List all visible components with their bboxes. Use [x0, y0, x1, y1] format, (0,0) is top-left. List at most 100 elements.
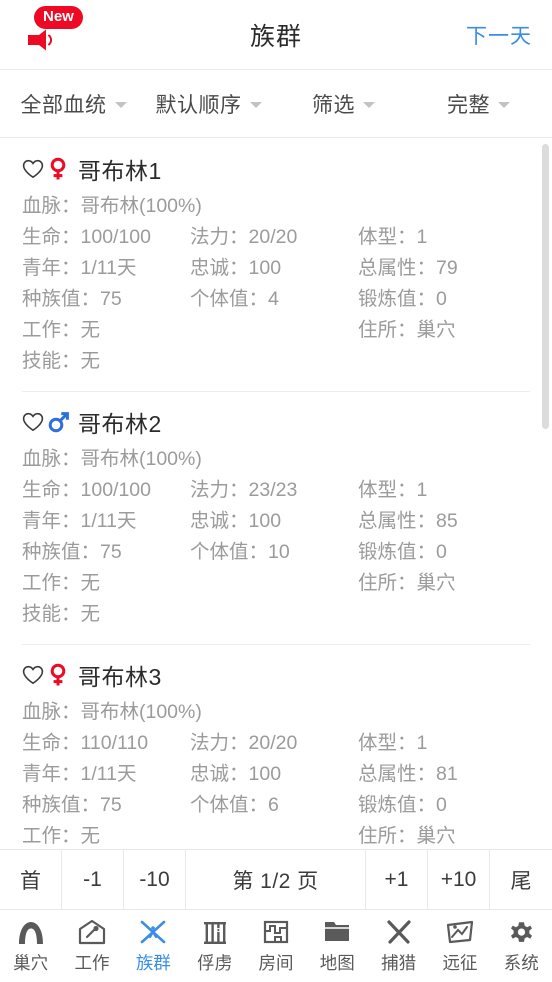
filter-detail-level[interactable]: 完整 — [411, 89, 546, 119]
cave-icon — [16, 917, 46, 947]
tab-room[interactable]: 房间 — [245, 917, 306, 975]
tab-hunt[interactable]: 捕猎 — [368, 917, 429, 975]
unit-name: 哥布林3 — [78, 664, 162, 690]
unit-card-header: 哥布林1 — [22, 154, 530, 184]
filter-screen[interactable]: 筛选 — [276, 89, 411, 119]
unit-name: 哥布林1 — [78, 158, 162, 184]
heart-outline-icon[interactable] — [22, 159, 44, 179]
page-indicator: 第 1/2 页 — [186, 850, 366, 909]
unit-skill: 技能：无 — [22, 350, 101, 372]
page-plus-one-button[interactable]: +1 — [366, 850, 428, 909]
unit-loyalty: 忠诚：100 — [190, 763, 282, 785]
heart-outline-icon[interactable] — [22, 412, 44, 432]
unit-training-value: 锻炼值：0 — [358, 288, 447, 310]
next-day-button[interactable]: 下一天 — [466, 20, 532, 50]
unit-work-spacer — [190, 821, 358, 849]
unit-work-spacer — [190, 568, 358, 599]
unit-mp: 法力：23/23 — [190, 479, 298, 501]
unit-housing: 住所：巢穴 — [358, 572, 456, 594]
unit-bloodline: 血脉：哥布林(100%) — [22, 701, 202, 723]
unit-list[interactable]: 哥布林1 血脉：哥布林(100%) 生命：100/100 法力：20/20 体型… — [0, 138, 552, 849]
filter-bloodline-label: 全部血统 — [20, 93, 107, 117]
new-badge: New — [34, 6, 83, 29]
tab-tribe[interactable]: 族群 — [123, 917, 184, 975]
female-icon — [50, 157, 66, 180]
unit-stat-grid: 生命：110/110 法力：20/20 体型：1 青年：1/11天 忠诚：100… — [22, 728, 530, 849]
tab-prison[interactable]: 俘虏 — [184, 917, 245, 975]
male-icon — [48, 412, 69, 433]
unit-race-value: 种族值：75 — [22, 288, 122, 310]
tab-work-label: 工作 — [74, 953, 110, 973]
unit-training-value: 锻炼值：0 — [358, 541, 447, 563]
chevron-down-icon — [498, 102, 510, 108]
unit-card[interactable]: 哥布林2 血脉：哥布林(100%) 生命：100/100 法力：23/23 体型… — [0, 391, 552, 644]
unit-total: 总属性：79 — [358, 257, 458, 279]
tab-system[interactable]: 系统 — [491, 917, 552, 975]
app-header: New 族群 下一天 — [0, 0, 552, 70]
tribe-icon — [138, 917, 168, 947]
filter-detail-level-label: 完整 — [447, 93, 490, 117]
tab-room-label: 房间 — [258, 953, 294, 973]
unit-stat-grid: 生命：100/100 法力：23/23 体型：1 青年：1/11天 忠诚：100… — [22, 475, 530, 599]
tab-hunt-label: 捕猎 — [381, 953, 417, 973]
unit-housing: 住所：巢穴 — [358, 825, 456, 847]
expedition-icon — [445, 917, 475, 947]
tab-cave-label: 巢穴 — [13, 953, 49, 973]
heart-outline-icon[interactable] — [22, 665, 44, 685]
unit-race-value: 种族值：75 — [22, 541, 122, 563]
tab-expedition[interactable]: 远征 — [429, 917, 490, 975]
unit-age: 青年：1/11天 — [22, 257, 137, 279]
unit-total: 总属性：81 — [358, 763, 458, 785]
unit-housing: 住所：巢穴 — [358, 319, 456, 341]
app-root: New 族群 下一天 全部血统 默认顺序 筛选 完整 哥布林1 血脉：哥布林(1… — [0, 0, 552, 982]
scrollbar-thumb[interactable] — [542, 144, 549, 429]
female-icon — [50, 663, 66, 686]
pagination-bar: 首 -1 -10 第 1/2 页 +1 +10 尾 — [0, 849, 552, 910]
page-last-button[interactable]: 尾 — [490, 850, 552, 909]
unit-card[interactable]: 哥布林1 血脉：哥布林(100%) 生命：100/100 法力：20/20 体型… — [0, 138, 552, 391]
announcement-button[interactable]: New — [22, 4, 84, 58]
unit-individual-value: 个体值：6 — [190, 794, 279, 816]
page-minus-one-button[interactable]: -1 — [62, 850, 124, 909]
tab-cave[interactable]: 巢穴 — [0, 917, 61, 975]
unit-bloodline: 血脉：哥布林(100%) — [22, 195, 202, 217]
unit-hp: 生命：100/100 — [22, 226, 151, 248]
unit-total: 总属性：85 — [358, 510, 458, 532]
filter-bloodline[interactable]: 全部血统 — [6, 89, 141, 119]
unit-individual-value: 个体值：10 — [190, 541, 290, 563]
filter-screen-label: 筛选 — [312, 93, 355, 117]
unit-age: 青年：1/11天 — [22, 763, 137, 785]
unit-body: 体型：1 — [358, 226, 428, 248]
unit-loyalty: 忠诚：100 — [190, 257, 282, 279]
workshop-icon — [77, 917, 107, 947]
chevron-down-icon — [363, 102, 375, 108]
unit-mp: 法力：20/20 — [190, 732, 298, 754]
tab-tribe-label: 族群 — [135, 953, 171, 973]
map-icon — [322, 917, 352, 947]
unit-individual-value: 个体值：4 — [190, 288, 279, 310]
chevron-down-icon — [249, 102, 262, 108]
tab-work[interactable]: 工作 — [61, 917, 122, 975]
filter-bar: 全部血统 默认顺序 筛选 完整 — [0, 70, 552, 138]
unit-work: 工作：无 — [22, 572, 101, 594]
filter-sort-label: 默认顺序 — [155, 93, 242, 117]
page-plus-ten-button[interactable]: +10 — [428, 850, 490, 909]
unit-hp: 生命：100/100 — [22, 479, 151, 501]
unit-stat-grid: 生命：100/100 法力：20/20 体型：1 青年：1/11天 忠诚：100… — [22, 222, 530, 346]
chevron-down-icon — [114, 102, 127, 108]
unit-work-spacer — [190, 315, 358, 346]
unit-body: 体型：1 — [358, 732, 428, 754]
unit-loyalty: 忠诚：100 — [190, 510, 282, 532]
unit-card-header: 哥布林3 — [22, 660, 530, 690]
room-icon — [261, 917, 291, 947]
unit-race-value: 种族值：75 — [22, 794, 122, 816]
unit-hp: 生命：110/110 — [22, 732, 149, 754]
unit-skill: 技能：无 — [22, 603, 101, 625]
tab-map[interactable]: 地图 — [307, 917, 368, 975]
unit-work: 工作：无 — [22, 319, 101, 341]
unit-card[interactable]: 哥布林3 血脉：哥布林(100%) 生命：110/110 法力：20/20 体型… — [0, 644, 552, 849]
page-first-button[interactable]: 首 — [0, 850, 62, 909]
unit-card-header: 哥布林2 — [22, 407, 530, 437]
filter-sort[interactable]: 默认顺序 — [141, 89, 276, 119]
page-minus-ten-button[interactable]: -10 — [124, 850, 186, 909]
